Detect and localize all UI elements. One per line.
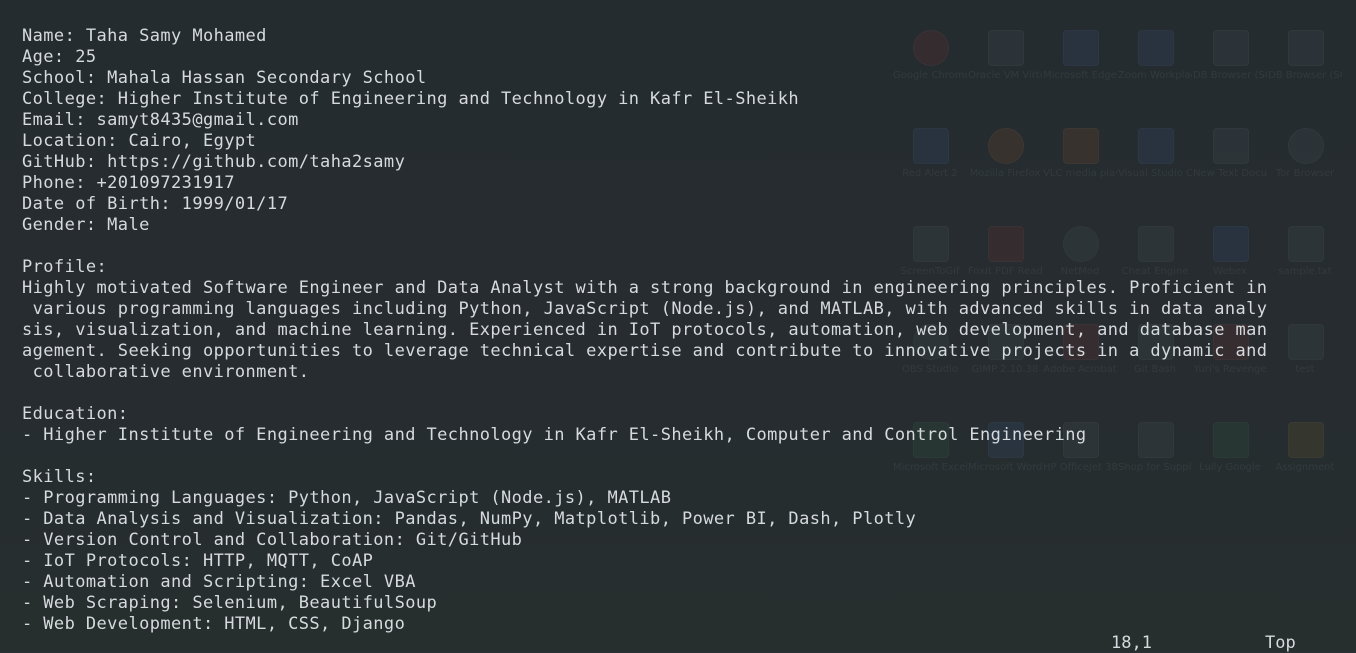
- document-line: sis, visualization, and machine learning…: [22, 320, 1268, 340]
- document-line: Highly motivated Software Engineer and D…: [22, 278, 1268, 298]
- document-line: Location: Cairo, Egypt: [22, 131, 257, 151]
- document-line: Profile:: [22, 257, 108, 277]
- document-line: Phone: +201097231917: [22, 173, 235, 193]
- document-line: School: Mahala Hassan Secondary School: [22, 68, 427, 88]
- cursor-position: 18,1: [1111, 633, 1152, 653]
- document-line: College: Higher Institute of Engineering…: [22, 89, 800, 109]
- document-line: Age: 25: [22, 47, 97, 67]
- document-line: - Web Scraping: Selenium, BeautifulSoup: [22, 593, 438, 613]
- document-line: - IoT Protocols: HTTP, MQTT, CoAP: [22, 551, 374, 571]
- document-line: Name: Taha Samy Mohamed: [22, 26, 267, 46]
- document-line: Email: samyt8435@gmail.com: [22, 110, 299, 130]
- document-line: collaborative environment.: [22, 362, 310, 382]
- document-line: Gender: Male: [22, 215, 150, 235]
- document-line: GitHub: https://github.com/taha2samy: [22, 152, 406, 172]
- document-line: [22, 383, 1267, 404]
- document-text-buffer[interactable]: Name: Taha Samy Mohamed Age: 25 School: Ma…: [22, 26, 1267, 635]
- document-line: - Version Control and Collaboration: Git…: [22, 530, 523, 550]
- document-line: Skills:: [22, 467, 97, 487]
- document-line: Date of Birth: 1999/01/17: [22, 194, 289, 214]
- document-line: - Higher Institute of Engineering and Te…: [22, 425, 1087, 445]
- document-line: [22, 446, 1267, 467]
- scroll-position: Top: [1265, 633, 1296, 653]
- document-line: - Data Analysis and Visualization: Panda…: [22, 509, 917, 529]
- document-line: - Web Development: HTML, CSS, Django: [22, 614, 406, 634]
- document-line: - Automation and Scripting: Excel VBA: [22, 572, 416, 592]
- terminal-window[interactable]: Name: Taha Samy Mohamed Age: 25 School: Ma…: [0, 0, 1356, 652]
- editor-status-bar: 18,1 Top: [0, 634, 1356, 652]
- document-line: various programming languages including …: [22, 299, 1268, 319]
- document-line: Education:: [22, 404, 129, 424]
- document-line: - Programming Languages: Python, JavaScr…: [22, 488, 672, 508]
- document-line: agement. Seeking opportunities to levera…: [22, 341, 1268, 361]
- document-line: [22, 236, 1267, 257]
